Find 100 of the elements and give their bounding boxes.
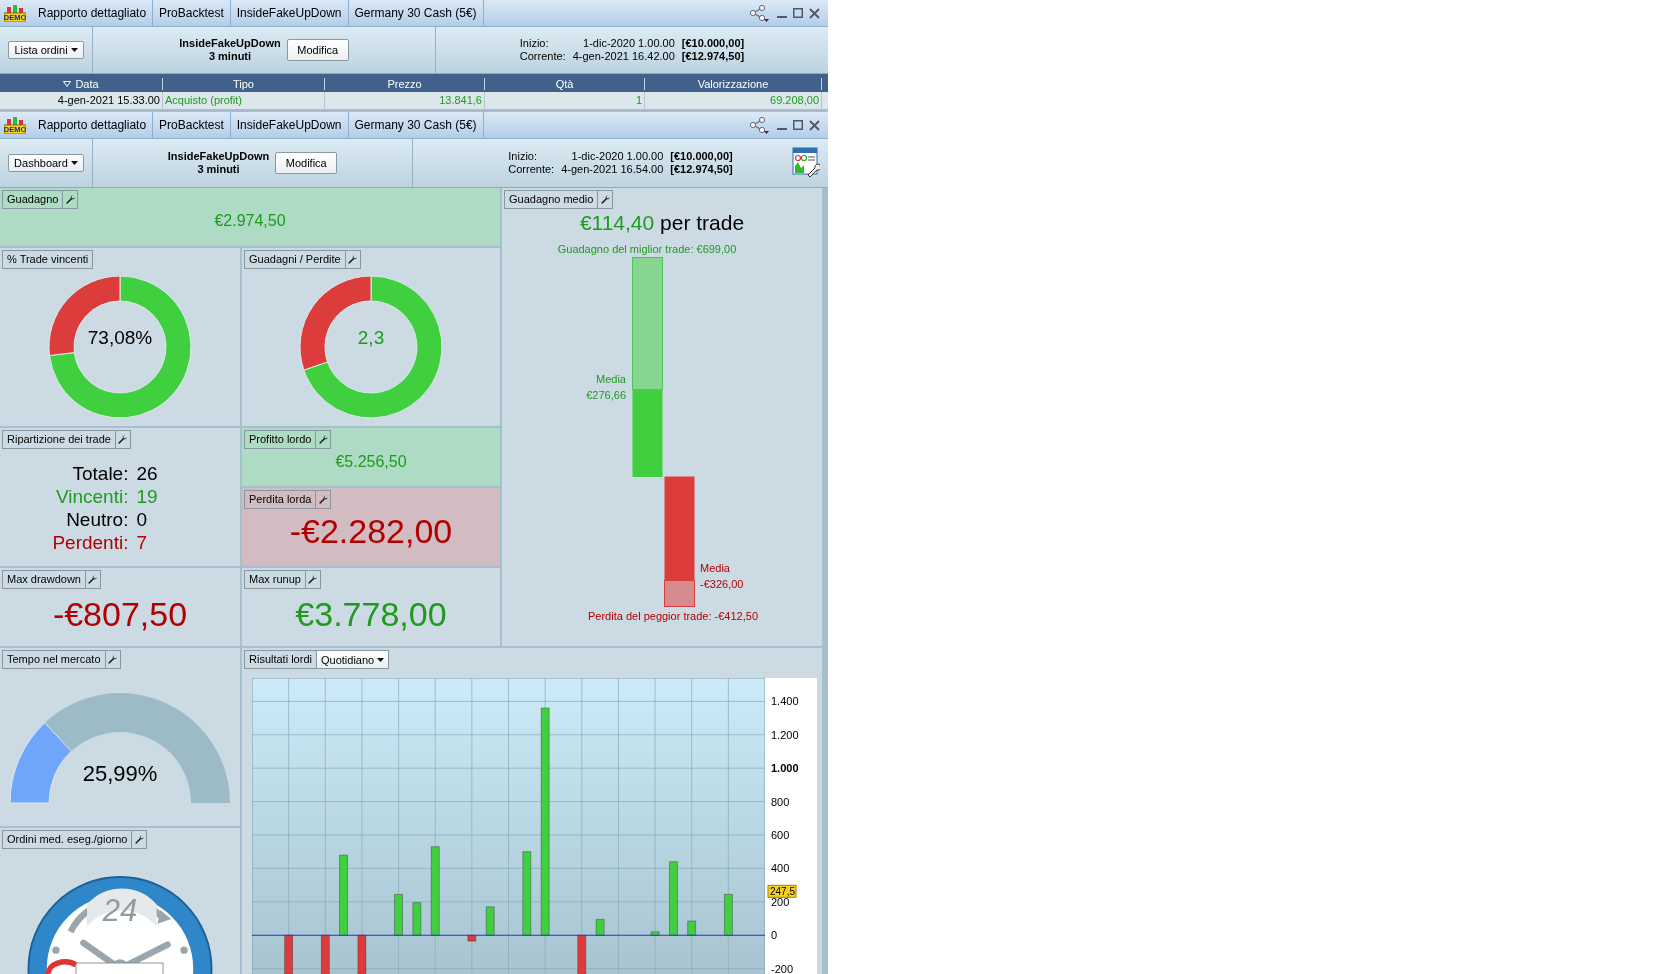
- breadcrumb-tab[interactable]: ProBacktest: [153, 0, 231, 26]
- settings-button[interactable]: [315, 431, 331, 448]
- wrench-icon: [88, 575, 98, 584]
- breadcrumb-tab[interactable]: InsideFakeUpDown: [230, 112, 349, 138]
- result-bar: [723, 893, 733, 936]
- maximize-icon[interactable]: [793, 120, 803, 130]
- tile-label: Risultati lordi: [248, 652, 313, 667]
- column-header[interactable]: Data: [0, 78, 163, 90]
- result-bar: [650, 931, 660, 936]
- tile-label: Ripartizione dei trade: [6, 432, 112, 447]
- result-bar: [577, 934, 587, 974]
- info-label: Inizio:: [519, 37, 550, 50]
- tile-label: Guadagno medio: [508, 192, 595, 207]
- worst-trade-label: Perdita del peggior trade: -€412,50: [588, 610, 758, 622]
- close-icon[interactable]: [809, 119, 820, 131]
- breadcrumb-tab[interactable]: ProBacktest: [153, 112, 231, 138]
- sort-icon: [63, 81, 72, 87]
- settings-button[interactable]: [315, 491, 331, 508]
- column-header[interactable]: Valorizzazione: [645, 78, 822, 90]
- average-win-value: €276,66: [586, 389, 626, 401]
- result-bar: [467, 934, 477, 942]
- equity-value: [€12.974,50]: [670, 163, 733, 176]
- count-label: Vincenti:: [54, 484, 129, 508]
- settings-button[interactable]: [114, 431, 130, 448]
- tile-label: Guadagno: [6, 192, 60, 207]
- wrench-icon: [108, 655, 118, 664]
- period-dropdown[interactable]: Quotidiano: [315, 651, 389, 668]
- report-settings-icon[interactable]: [792, 147, 820, 177]
- current-value-marker: 247,5: [767, 884, 797, 898]
- column-header[interactable]: Qtà: [485, 78, 645, 90]
- caret-icon: [377, 657, 385, 662]
- settings-button[interactable]: [344, 251, 360, 268]
- metric-value: -€807,50: [51, 594, 189, 635]
- equity-value: [€12.974,50]: [681, 50, 745, 63]
- wrench-icon: [308, 575, 318, 584]
- count-label: Neutro:: [65, 507, 129, 531]
- date-value: 4-gen-2021 16.42.00: [572, 50, 675, 63]
- wrench-icon: [318, 435, 328, 444]
- axis-tick-label: -200: [771, 962, 794, 974]
- view-dropdown[interactable]: Lista ordini: [8, 41, 84, 59]
- table-cell: 4-gen-2021 15.33.00: [0, 92, 163, 109]
- system-name: InsideFakeUpDown: [167, 150, 270, 163]
- date-value: 4-gen-2021 16.54.00: [561, 163, 664, 176]
- column-header[interactable]: Prezzo: [325, 78, 485, 90]
- maximize-icon[interactable]: [793, 8, 803, 18]
- edit-button[interactable]: Modifica: [275, 152, 338, 174]
- settings-button[interactable]: [85, 571, 100, 588]
- count-value: 19: [136, 484, 158, 508]
- wrench-icon: [134, 835, 144, 844]
- metric-value: €5.256,50: [334, 451, 408, 472]
- breadcrumb-tab[interactable]: InsideFakeUpDown: [230, 0, 349, 26]
- tile-label: Max drawdown: [6, 572, 82, 587]
- equity-value: [€10.000,00]: [670, 150, 733, 163]
- result-bar: [412, 902, 422, 936]
- settings-button[interactable]: [62, 191, 78, 208]
- timeframe-label: 3 minuti: [208, 50, 252, 63]
- view-dropdown[interactable]: Dashboard: [8, 154, 84, 172]
- timeframe-label: 3 minuti: [197, 163, 240, 176]
- result-bar: [485, 906, 495, 936]
- average-trade-value: €114,40 per trade: [579, 211, 745, 235]
- tile-label: Tempo nel mercato: [6, 652, 102, 667]
- edit-button[interactable]: Modifica: [286, 39, 349, 61]
- info-label: Inizio:: [508, 150, 539, 163]
- axis-tick-label: 600: [771, 829, 790, 841]
- tile-label: Ordini med. eseg./giorno: [6, 832, 129, 847]
- settings-button[interactable]: [305, 571, 320, 588]
- metric-value: -€2.282,00: [288, 511, 454, 552]
- tile-label: Guadagni / Perdite: [248, 252, 342, 267]
- donut-value: 2,3: [356, 327, 386, 349]
- date-value: 1-dic-2020 1.00.00: [570, 150, 664, 163]
- column-header[interactable]: Tipo: [163, 78, 325, 90]
- settings-button[interactable]: [104, 651, 120, 668]
- caret-icon: [70, 48, 78, 52]
- gauge-value: 25,99%: [81, 761, 159, 787]
- info-label: Corrente:: [508, 163, 555, 176]
- wrench-icon: [65, 195, 75, 204]
- share-icon[interactable]: [749, 4, 769, 22]
- breadcrumb-tab[interactable]: Germany 30 Cash (5€): [348, 112, 484, 138]
- result-bar: [284, 934, 294, 974]
- tile-label: Profitto lordo: [248, 432, 313, 447]
- result-bar: [595, 918, 605, 936]
- count-value: 7: [136, 530, 149, 554]
- close-icon[interactable]: [809, 7, 820, 19]
- wrench-icon: [318, 495, 328, 504]
- table-cell: 13.841,6: [325, 92, 485, 109]
- settings-button[interactable]: [131, 831, 147, 848]
- axis-tick-label: 200: [771, 895, 790, 908]
- table-cell: 69.208,00: [645, 92, 822, 109]
- settings-button[interactable]: [597, 191, 613, 208]
- share-icon[interactable]: [749, 116, 769, 134]
- result-bar: [357, 934, 367, 974]
- metric-value: €3.778,00: [294, 594, 448, 635]
- breadcrumb-tab[interactable]: Germany 30 Cash (5€): [348, 0, 484, 26]
- result-bar: [320, 934, 330, 974]
- equity-value: [€10.000,00]: [681, 37, 745, 50]
- count-value: 26: [136, 461, 158, 485]
- breadcrumb-tab[interactable]: Rapporto dettagliato: [32, 0, 154, 26]
- count-label: Perdenti:: [52, 530, 129, 554]
- breadcrumb-tab[interactable]: Rapporto dettagliato: [32, 112, 154, 138]
- system-name: InsideFakeUpDown: [179, 37, 281, 50]
